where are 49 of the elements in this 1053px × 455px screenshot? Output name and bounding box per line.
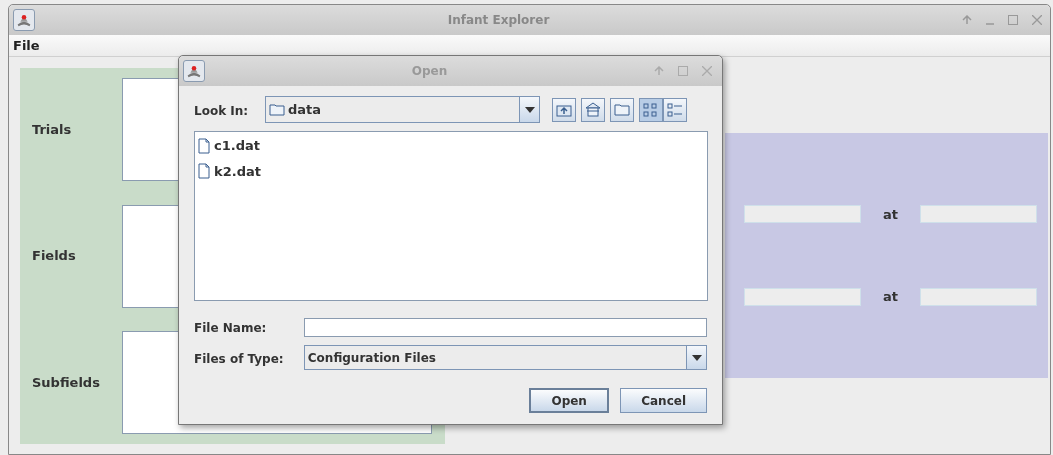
- files-of-type-combo[interactable]: Configuration Files: [303, 345, 707, 370]
- dialog-title: Open: [410, 63, 449, 80]
- folder-up-icon: [556, 102, 572, 117]
- list-view-icon: [643, 102, 659, 117]
- menu-item[interactable]: File: [9, 35, 44, 56]
- pin-icon[interactable]: [654, 66, 664, 76]
- file-name-field[interactable]: [303, 317, 707, 337]
- input-field[interactable]: [744, 205, 861, 224]
- pin-icon[interactable]: [962, 15, 972, 25]
- look-in-value: data: [288, 100, 323, 119]
- app-icon: [13, 9, 35, 31]
- close-icon[interactable]: [1032, 15, 1042, 25]
- section-label: Subfields: [31, 373, 101, 392]
- dialog-button[interactable]: Open: [529, 388, 610, 413]
- file-name: c1.dat: [214, 137, 260, 155]
- app-icon: [183, 60, 205, 82]
- list-entry[interactable]: c1.dat: [198, 136, 263, 156]
- file-icon: [198, 137, 210, 154]
- maximize-icon[interactable]: [1008, 15, 1018, 25]
- list-entry[interactable]: k2.dat: [198, 161, 264, 181]
- folder-icon: [269, 103, 285, 116]
- toolbar-button[interactable]: [552, 97, 576, 122]
- home-icon: [585, 102, 601, 117]
- close-icon[interactable]: [702, 66, 712, 76]
- toolbar-button[interactable]: [610, 97, 634, 122]
- look-in-label: Look In:: [194, 103, 249, 118]
- file-name-label: File Name:: [194, 321, 267, 335]
- caret-icon: [691, 354, 702, 361]
- section-label: Fields: [31, 247, 77, 266]
- window-title: Infant Explorer: [446, 12, 551, 29]
- files-of-type-label: Files of Type:: [194, 351, 284, 366]
- input-field[interactable]: [920, 205, 1037, 224]
- toolbar-button[interactable]: [663, 97, 687, 122]
- at-label: at: [882, 205, 899, 224]
- file-icon: [198, 163, 210, 180]
- toolbar-button[interactable]: [581, 97, 605, 122]
- details-view-icon: [667, 102, 683, 117]
- at-label: at: [882, 288, 899, 306]
- toolbar-button[interactable]: [639, 97, 663, 122]
- maximize-icon[interactable]: [678, 66, 688, 76]
- input-field[interactable]: [920, 287, 1037, 306]
- file-name: k2.dat: [214, 162, 261, 181]
- dialog-button[interactable]: Cancel: [620, 388, 707, 413]
- files-of-type-value: Configuration Files: [307, 349, 437, 367]
- section-label: Trials: [31, 120, 73, 139]
- look-in-combo[interactable]: data: [265, 96, 540, 123]
- caret-icon: [524, 106, 535, 113]
- input-field[interactable]: [744, 287, 861, 306]
- folder-icon: [614, 103, 630, 116]
